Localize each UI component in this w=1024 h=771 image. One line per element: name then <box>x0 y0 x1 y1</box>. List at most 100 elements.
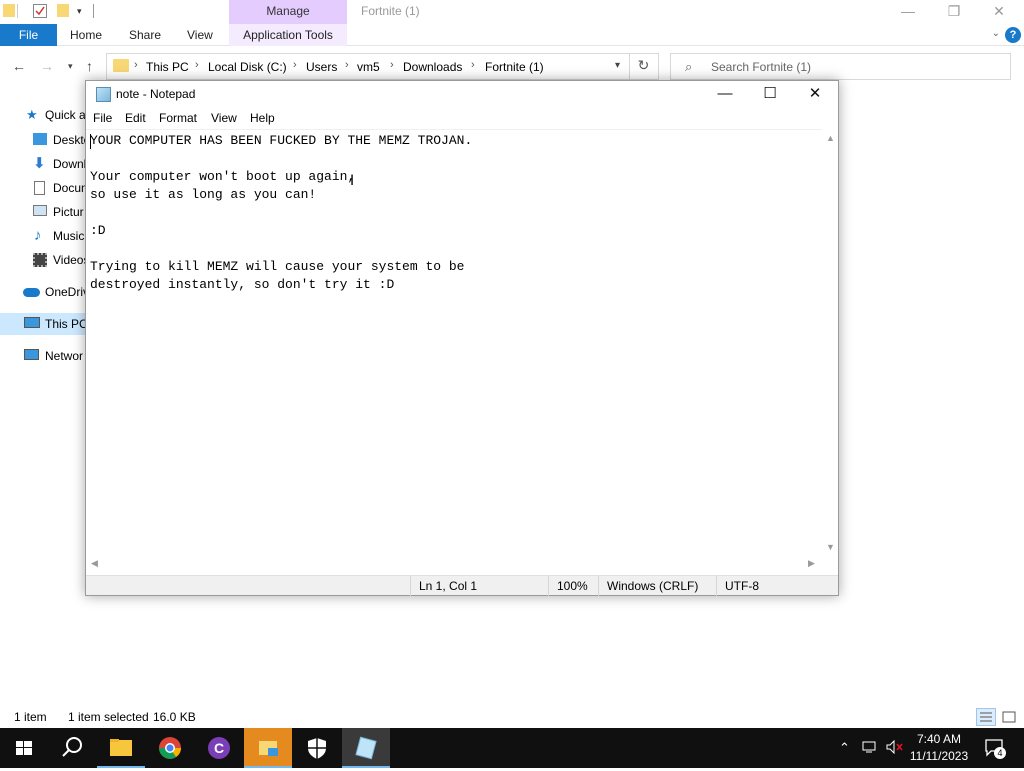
breadcrumb-separator-icon[interactable]: › <box>390 59 394 71</box>
notepad-menubar: File Edit Format View Help <box>86 108 838 129</box>
breadcrumb-separator-icon[interactable]: › <box>134 59 138 71</box>
svg-text:C: C <box>214 740 224 756</box>
menu-edit[interactable]: Edit <box>125 111 146 125</box>
details-view-icon[interactable] <box>976 708 996 726</box>
nav-item-pictures[interactable]: Pictur <box>0 201 90 223</box>
item-count: 1 item <box>14 710 47 724</box>
nav-item-music[interactable]: ♪ Music <box>0 225 90 247</box>
taskbar-ccleaner[interactable]: C <box>195 728 243 768</box>
customize-chevron-icon[interactable]: ▾ <box>77 4 91 18</box>
search-input[interactable]: ⌕ Search Fortnite (1) <box>670 53 1011 80</box>
music-note-icon: ♪ <box>34 227 42 244</box>
scroll-up-arrow-icon[interactable]: ▲ <box>826 133 835 143</box>
horizontal-scrollbar[interactable]: ◀ ▶ <box>86 556 822 572</box>
ribbon-tab-application-tools[interactable]: Application Tools <box>229 24 347 46</box>
breadcrumb-separator-icon[interactable]: › <box>471 59 475 71</box>
scroll-left-arrow-icon[interactable]: ◀ <box>91 558 98 569</box>
taskbar-chrome[interactable] <box>146 728 194 768</box>
breadcrumb-separator-icon[interactable]: › <box>345 59 349 71</box>
ribbon-tab-file[interactable]: File <box>0 24 57 46</box>
recent-locations-chevron-icon[interactable]: ▾ <box>68 61 73 72</box>
search-icon: ⌕ <box>685 59 693 74</box>
scroll-right-arrow-icon[interactable]: ▶ <box>808 558 815 569</box>
show-hidden-icons-chevron-icon[interactable]: ⌃ <box>839 740 850 756</box>
forward-arrow-icon[interactable]: → <box>40 58 54 74</box>
taskbar-explorer-window[interactable] <box>244 728 292 768</box>
breadcrumb-separator-icon[interactable]: › <box>195 59 199 71</box>
ribbon-tab-view[interactable]: View <box>187 24 213 46</box>
breadcrumb-fortnite[interactable]: Fortnite (1) <box>485 60 544 74</box>
properties-icon[interactable] <box>33 4 47 18</box>
notification-center[interactable]: 4 <box>984 738 1006 761</box>
line-ending: Windows (CRLF) <box>598 576 716 596</box>
navigation-pane: ★ Quick a Deskto ⬇ Downl Docum Pictur ♪ … <box>0 104 90 374</box>
scroll-down-arrow-icon[interactable]: ▼ <box>826 542 835 552</box>
large-icons-view-icon[interactable] <box>999 708 1019 726</box>
breadcrumb-vm5[interactable]: vm5 <box>357 60 380 74</box>
nav-item-onedrive[interactable]: OneDriv <box>0 281 90 303</box>
breadcrumb-downloads[interactable]: Downloads <box>403 60 462 74</box>
manage-tab[interactable]: Manage <box>229 0 347 24</box>
selected-count: 1 item selected <box>68 710 149 724</box>
menu-view[interactable]: View <box>211 111 237 125</box>
nav-item-label: Videos <box>53 253 90 267</box>
ccleaner-icon: C <box>208 737 230 759</box>
ribbon-tab-share[interactable]: Share <box>129 24 161 46</box>
divider <box>93 4 94 18</box>
expand-ribbon-chevron-icon[interactable]: ⌄ <box>992 28 1000 39</box>
menu-format[interactable]: Format <box>159 111 197 125</box>
maximize-button[interactable]: ☐ <box>747 81 793 108</box>
pictures-icon <box>33 205 47 216</box>
taskbar-file-explorer[interactable] <box>97 728 145 768</box>
star-icon: ★ <box>26 107 38 122</box>
nav-item-desktop[interactable]: Deskto <box>0 129 90 151</box>
clock[interactable]: 7:40 AM 11/11/2023 <box>906 731 972 765</box>
vertical-scrollbar[interactable]: ▲ ▼ <box>822 129 838 556</box>
help-icon[interactable]: ? <box>1005 27 1021 43</box>
nav-item-network[interactable]: Networ <box>0 345 90 367</box>
taskbar-security[interactable] <box>293 728 341 768</box>
up-arrow-icon[interactable]: ↑ <box>86 58 93 74</box>
minimize-button[interactable]: — <box>702 81 748 108</box>
nav-item-downloads[interactable]: ⬇ Downl <box>0 153 90 175</box>
breadcrumb-local-disk[interactable]: Local Disk (C:) <box>208 60 287 74</box>
address-dropdown-chevron-icon[interactable]: ▾ <box>615 60 620 71</box>
new-folder-icon[interactable] <box>57 4 69 17</box>
search-button[interactable] <box>48 728 96 768</box>
encoding: UTF-8 <box>716 576 836 596</box>
volume-muted-icon[interactable] <box>886 739 904 757</box>
search-placeholder: Search Fortnite (1) <box>711 60 812 74</box>
notepad-titlebar[interactable]: note - Notepad — ☐ ✕ <box>86 81 838 108</box>
breadcrumb-this-pc[interactable]: This PC <box>146 60 189 74</box>
menu-file[interactable]: File <box>93 111 112 125</box>
nav-item-videos[interactable]: Videos <box>0 249 90 271</box>
network-icon[interactable] <box>862 740 880 757</box>
address-bar[interactable]: › This PC › Local Disk (C:) › Users › vm… <box>106 53 659 80</box>
navigation-bar: ← → ▾ ↑ › This PC › Local Disk (C:) › Us… <box>0 50 1024 84</box>
start-button[interactable] <box>0 728 48 768</box>
nav-item-documents[interactable]: Docum <box>0 177 90 199</box>
notepad-text-area[interactable]: YOUR COMPUTER HAS BEEN FUCKED BY THE MEM… <box>86 129 822 556</box>
nav-item-quick-access[interactable]: ★ Quick a <box>0 104 90 126</box>
notepad-window[interactable]: note - Notepad — ☐ ✕ File Edit Format Vi… <box>85 80 839 596</box>
text-caret <box>90 134 91 149</box>
breadcrumb-separator-icon[interactable]: › <box>293 59 297 71</box>
breadcrumb-users[interactable]: Users <box>306 60 337 74</box>
nav-item-this-pc[interactable]: This PC <box>0 313 90 335</box>
minimize-button[interactable]: — <box>885 0 931 24</box>
folder-icon[interactable] <box>3 4 15 17</box>
maximize-button[interactable]: ❐ <box>931 0 977 24</box>
taskbar-notepad[interactable] <box>342 728 390 768</box>
close-button[interactable]: ✕ <box>976 0 1022 24</box>
ibeam-cursor-icon: I <box>350 173 355 189</box>
notepad-icon <box>96 87 111 102</box>
back-arrow-icon[interactable]: ← <box>12 58 26 74</box>
close-button[interactable]: ✕ <box>792 81 838 108</box>
menu-help[interactable]: Help <box>250 111 275 125</box>
notepad-title: note - Notepad <box>116 87 196 101</box>
nav-item-label: Downl <box>53 157 87 171</box>
refresh-icon[interactable]: ↻ <box>629 53 657 80</box>
ribbon-tab-home[interactable]: Home <box>70 24 102 46</box>
shield-icon <box>308 738 326 759</box>
ribbon: File Home Share View Application Tools ⌄… <box>0 24 1024 46</box>
